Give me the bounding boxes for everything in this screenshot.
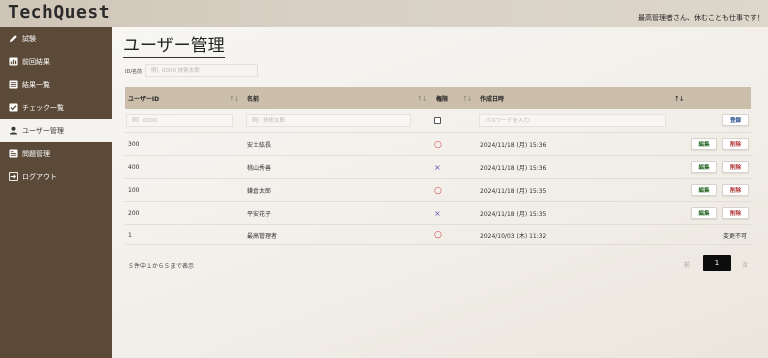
cell-id: 200: [128, 210, 140, 217]
sidebar-item-label: ユーザー管理: [22, 126, 64, 135]
header-name[interactable]: 名前: [247, 87, 259, 109]
cell-created: 2024/11/18 (月) 15:35: [480, 188, 547, 195]
pagination-current-page[interactable]: 1: [703, 255, 731, 271]
bar-chart-icon: [9, 57, 18, 66]
sidebar-item-check-list[interactable]: チェック一覧: [0, 96, 112, 119]
table-row: 100 鎌倉太郎 ○ 2024/11/18 (月) 15:35 編集 削除: [125, 179, 751, 202]
admin-checkbox[interactable]: [434, 117, 441, 124]
list-icon: [9, 80, 18, 89]
cell-name: 鎌倉太郎: [247, 188, 272, 195]
cell-id: 400: [128, 164, 140, 171]
sidebar-item-user-management[interactable]: ユーザー管理: [0, 119, 112, 142]
pagination-info: ５件中１から５まで表示: [128, 263, 195, 270]
permission-admin-icon: ○: [434, 185, 442, 196]
delete-button[interactable]: 削除: [722, 207, 749, 219]
cell-name: 平安花子: [247, 211, 272, 218]
sidebar-item-last-result[interactable]: 前回結果: [0, 50, 112, 73]
delete-button[interactable]: 削除: [722, 138, 749, 150]
sort-icon[interactable]: ↑↓: [229, 95, 240, 103]
logout-icon: [9, 172, 18, 181]
app-title: TechQuest: [8, 2, 111, 23]
table-row: 400 桃山秀善 × 2024/11/18 (月) 15:36 編集 削除: [125, 156, 751, 179]
user-icon: [9, 126, 18, 135]
permission-user-icon: ×: [434, 209, 441, 218]
pencil-icon: [9, 34, 18, 43]
permission-admin-icon: ○: [434, 139, 442, 150]
sidebar-item-logout[interactable]: ログアウト: [0, 165, 112, 188]
register-button[interactable]: 登録: [722, 114, 749, 126]
pagination-next[interactable]: 次: [742, 260, 748, 269]
top-bar: TechQuest 最高管理者さん、休むことも仕事です！: [0, 0, 768, 27]
sidebar-item-label: 問題管理: [22, 149, 50, 158]
greeting-text: 最高管理者さん、休むことも仕事です！: [638, 14, 764, 22]
sidebar-item-exam[interactable]: 試験: [0, 27, 112, 50]
sidebar-item-label: チェック一覧: [22, 103, 64, 112]
cell-created: 2024/11/18 (月) 15:36: [480, 142, 547, 149]
table-header: ユーザーID ↑↓ 名前 ↑↓ 権限 ↑↓ 作成日時 ↑↓: [125, 87, 751, 109]
cell-name: 安土紘長: [247, 142, 272, 149]
edit-button[interactable]: 編集: [691, 161, 717, 173]
checkbox-icon: [9, 103, 18, 112]
edit-button[interactable]: 編集: [691, 207, 717, 219]
document-icon: [9, 149, 18, 158]
unchangeable-label: 変更不可: [723, 232, 748, 240]
new-user-row: 登録: [125, 109, 751, 133]
new-name-input[interactable]: [246, 114, 411, 127]
header-created[interactable]: 作成日時: [480, 87, 504, 109]
table-row: 1 最高管理者 ○ 2024/10/03 (木) 11:32 変更不可: [125, 225, 751, 245]
header-permission[interactable]: 権限: [436, 87, 448, 109]
table-row: 300 安土紘長 ○ 2024/11/18 (月) 15:36 編集 削除: [125, 133, 751, 156]
edit-button[interactable]: 編集: [691, 138, 717, 150]
delete-button[interactable]: 削除: [722, 161, 749, 173]
cell-created: 2024/11/18 (月) 15:35: [480, 211, 547, 218]
sidebar-item-label: 結果一覧: [22, 80, 50, 89]
cell-name: 桃山秀善: [247, 165, 272, 172]
sidebar-item-label: 試験: [22, 34, 36, 43]
permission-admin-icon: ○: [434, 230, 442, 240]
cell-name: 最高管理者: [247, 232, 278, 240]
new-id-input[interactable]: [126, 114, 233, 127]
main-content: ユーザー管理 ID/名前 ユーザーID ↑↓ 名前 ↑↓ 権限 ↑↓ 作成日時 …: [112, 27, 768, 358]
sort-active-icon[interactable]: ↑↓: [674, 95, 685, 103]
sidebar-item-label: ログアウト: [22, 172, 57, 181]
delete-button[interactable]: 削除: [722, 184, 749, 196]
sort-icon[interactable]: ↑↓: [417, 95, 428, 103]
cell-id: 1: [128, 231, 132, 239]
header-user-id[interactable]: ユーザーID: [128, 87, 159, 109]
edit-button[interactable]: 編集: [691, 184, 717, 196]
cell-id: 100: [128, 187, 140, 194]
sidebar-item-result-list[interactable]: 結果一覧: [0, 73, 112, 96]
pagination-prev[interactable]: 前: [684, 260, 690, 269]
page-title: ユーザー管理: [123, 31, 225, 58]
filter-input[interactable]: [145, 64, 258, 77]
table-row: 200 平安花子 × 2024/11/18 (月) 15:35 編集 削除: [125, 202, 751, 225]
sidebar: 試験 前回結果 結果一覧 チェック一覧 ユーザー管理 問題管理 ログアウト: [0, 27, 112, 358]
permission-user-icon: ×: [434, 163, 441, 172]
cell-created: 2024/11/18 (月) 15:36: [480, 165, 547, 172]
cell-id: 300: [128, 141, 140, 148]
sidebar-item-question-management[interactable]: 問題管理: [0, 142, 112, 165]
sort-icon[interactable]: ↑↓: [462, 95, 473, 103]
new-password-input[interactable]: [479, 114, 666, 127]
filter-label: ID/名前: [125, 69, 143, 75]
sidebar-item-label: 前回結果: [22, 57, 50, 66]
cell-created: 2024/10/03 (木) 11:32: [480, 232, 547, 240]
